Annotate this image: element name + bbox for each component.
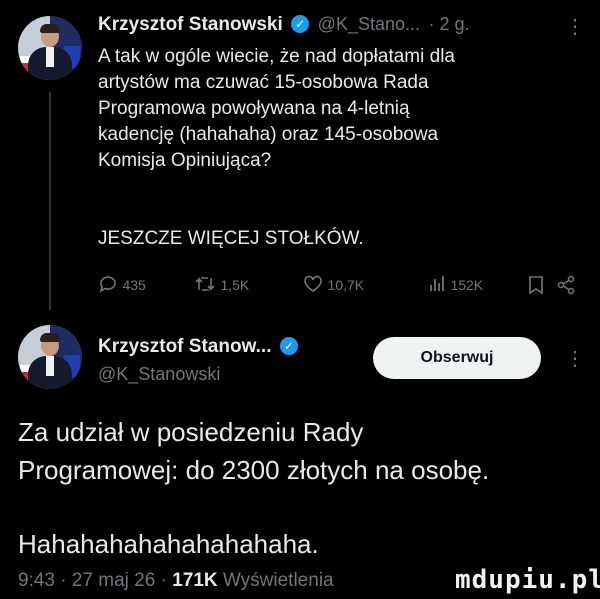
tweet-text-line: Za udział w posiedzeniu Rady <box>18 417 364 447</box>
tweet-text-laugh: Hahahahahahahahahaha. <box>18 529 319 559</box>
views-button[interactable]: 152K <box>428 274 483 295</box>
tweet-time[interactable]: · 2 g. <box>428 14 469 34</box>
tweet1-body: A tak w ogóle wiecie, że nad dopłatami d… <box>98 44 588 174</box>
author-handle[interactable]: @K_Stano... <box>318 14 420 34</box>
views-label: Wyświetlenia <box>217 570 334 591</box>
author-name[interactable]: Krzysztof Stanow... <box>98 336 271 357</box>
author-handle[interactable]: @K_Stanowski <box>98 364 220 385</box>
action-bar: 435 1,5K 10,7K 152K <box>98 274 578 300</box>
thread-line <box>49 92 51 310</box>
views-icon <box>430 276 444 291</box>
author-name[interactable]: Krzysztof Stanowski <box>98 14 283 35</box>
follow-button[interactable]: Obserwuj <box>373 337 541 379</box>
verified-icon: ✓ <box>291 15 310 33</box>
tweet2-body: Za udział w posiedzeniu Rady Programowej… <box>18 413 588 489</box>
like-button[interactable]: 10,7K <box>303 274 364 295</box>
tweet-text-line: Programowa powoływana na 4-letnią <box>98 98 410 119</box>
heart-icon <box>304 275 322 292</box>
tweet-timestamp[interactable]: 9:43 · 27 maj 26 · <box>18 570 172 591</box>
tweet-text-line: Programowej: do 2300 złotych na osobę. <box>18 455 490 485</box>
tweet2-header: Krzysztof Stanow... ✓ <box>98 336 298 358</box>
tweet1-header: Krzysztof Stanowski ✓ @K_Stano... · 2 g. <box>98 14 578 42</box>
tweet-text-line: A tak w ogóle wiecie, że nad dopłatami d… <box>98 46 455 67</box>
retweet-button[interactable]: 1,5K <box>194 274 249 295</box>
views-total: 171K <box>172 570 218 591</box>
more-icon[interactable]: ⋮ <box>565 14 585 39</box>
reply-count: 435 <box>122 277 146 293</box>
retweet-count: 1,5K <box>220 277 250 293</box>
retweet-icon <box>195 277 215 291</box>
like-count: 10,7K <box>327 277 365 293</box>
bookmark-icon[interactable] <box>528 275 544 295</box>
watermark: mdupiu.pl <box>455 565 600 595</box>
author-avatar[interactable] <box>18 16 82 80</box>
verified-icon: ✓ <box>279 337 298 355</box>
tweet-text-line: kadencję (hahahaha) oraz 145-osobowa <box>98 124 439 145</box>
reply-icon <box>99 276 116 293</box>
author-avatar[interactable] <box>18 325 82 389</box>
views-count: 152K <box>450 277 484 293</box>
tweet-text-line: Komisja Opiniująca? <box>98 150 272 171</box>
tweet-text-line: artystów ma czuwać 15-osobowa Rada <box>98 72 429 93</box>
tweet-text-caps: JESZCZE WIĘCEJ STOŁKÓW. <box>98 228 364 249</box>
share-icon[interactable] <box>556 275 576 295</box>
more-icon[interactable]: ⋮ <box>565 346 585 371</box>
tweet-meta: 9:43 · 27 maj 26 · 171K Wyświetlenia <box>18 570 334 592</box>
reply-button[interactable]: 435 <box>98 274 146 295</box>
